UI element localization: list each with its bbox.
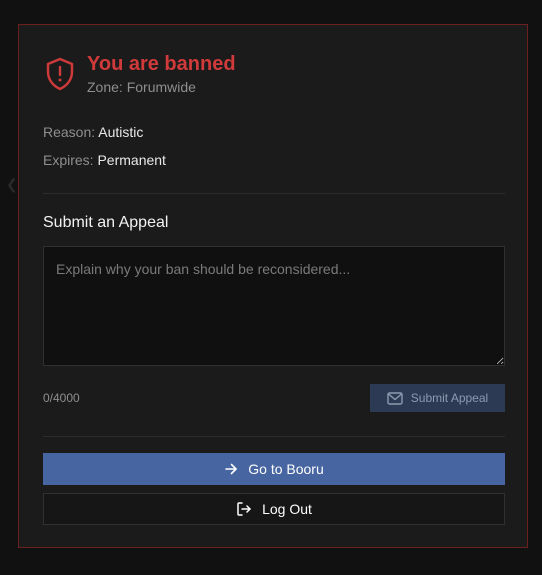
log-out-icon	[236, 501, 252, 517]
arrow-right-icon	[224, 462, 238, 476]
submit-appeal-label: Submit Appeal	[410, 391, 489, 405]
character-counter: 0/4000	[43, 391, 80, 405]
expires-label: Expires:	[43, 152, 94, 168]
appeal-textarea[interactable]	[43, 246, 505, 366]
divider	[43, 193, 505, 194]
ban-heading-group: You are banned Zone: Forumwide	[87, 53, 236, 96]
mail-icon	[387, 391, 403, 405]
reason-label: Reason:	[43, 124, 96, 140]
appeal-title: Submit an Appeal	[43, 214, 169, 231]
ban-title: You are banned	[87, 53, 236, 75]
submit-appeal-button[interactable]: Submit Appeal	[370, 384, 505, 412]
ban-zone: Zone: Forumwide	[87, 79, 196, 95]
reason-row: Reason: Autistic	[43, 123, 143, 141]
log-out-label: Log Out	[262, 501, 312, 517]
log-out-button[interactable]: Log Out	[43, 493, 505, 525]
ban-header: You are banned Zone: Forumwide	[45, 53, 236, 96]
go-to-booru-button[interactable]: Go to Booru	[43, 453, 505, 485]
shield-alert-icon	[45, 57, 75, 91]
expires-value: Permanent	[97, 152, 166, 168]
background-chevron-left-icon: ❮	[6, 176, 18, 192]
reason-value: Autistic	[98, 124, 144, 140]
ban-card: You are banned Zone: Forumwide Reason: A…	[18, 24, 528, 548]
go-to-booru-label: Go to Booru	[248, 461, 324, 477]
divider	[43, 436, 505, 437]
expires-row: Expires: Permanent	[43, 151, 166, 169]
